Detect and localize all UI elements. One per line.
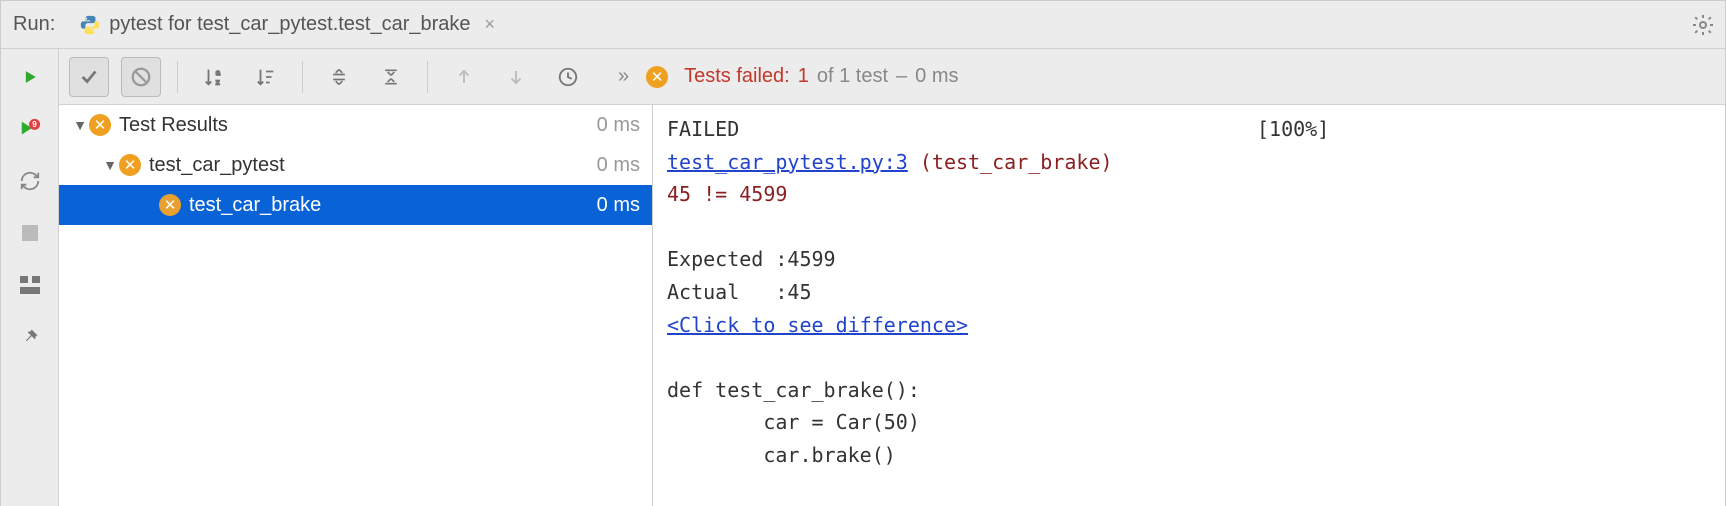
failed-icon: ✕ [159, 194, 181, 216]
out-actual: Actual :45 [667, 280, 812, 304]
collapse-all-icon[interactable] [371, 57, 411, 97]
tab-title: pytest for test_car_pytest.test_car_brak… [109, 13, 470, 36]
layout-icon[interactable] [16, 271, 44, 299]
tree-duration: 0 ms [597, 154, 640, 177]
svg-text:9: 9 [32, 120, 37, 129]
tree-root[interactable]: ▼ ✕ Test Results 0 ms [59, 105, 652, 145]
failed-icon: ✕ [119, 154, 141, 176]
run-label: Run: [13, 13, 55, 36]
status-time: 0 ms [915, 65, 958, 88]
separator [177, 61, 178, 93]
sort-duration-icon[interactable] [246, 57, 286, 97]
out-expected: Expected :4599 [667, 247, 836, 271]
chevron-down-icon[interactable]: ▼ [101, 157, 119, 173]
stop-icon[interactable] [16, 219, 44, 247]
tree-label: test_car_brake [189, 194, 597, 217]
separator [302, 61, 303, 93]
test-status: ✕ Tests failed: 1 of 1 test – 0 ms [646, 65, 958, 88]
file-link[interactable]: test_car_pytest.py:3 [667, 150, 908, 174]
chevron-down-icon[interactable]: ▼ [71, 117, 89, 133]
test-toolbar: az » ✕ Tests [59, 49, 1725, 105]
prev-test-icon[interactable] [444, 57, 484, 97]
tree-module[interactable]: ▼ ✕ test_car_pytest 0 ms [59, 145, 652, 185]
tree-duration: 0 ms [597, 114, 640, 137]
out-code: car.brake() [667, 443, 896, 467]
out-testname: (test_car_brake) [908, 150, 1113, 174]
tree-label: Test Results [119, 114, 597, 137]
out-percent: [100%] [1257, 117, 1329, 141]
status-failed-count: 1 [798, 65, 809, 88]
out-code: def test_car_brake(): [667, 378, 920, 402]
python-icon [79, 14, 101, 36]
out-assert: 45 != 4599 [667, 182, 787, 206]
pin-icon[interactable] [16, 323, 44, 351]
test-output[interactable]: FAILED [100%] test_car_pytest.py:3 (test… [653, 105, 1725, 506]
failed-icon: ✕ [89, 114, 111, 136]
gear-icon[interactable] [1691, 13, 1715, 37]
test-tree[interactable]: ▼ ✕ Test Results 0 ms ▼ ✕ test_car_pytes… [59, 105, 653, 506]
svg-text:z: z [216, 77, 220, 86]
show-ignored-icon[interactable] [121, 57, 161, 97]
toggle-auto-icon[interactable] [16, 167, 44, 195]
out-code: car = Car(50) [667, 410, 920, 434]
separator [427, 61, 428, 93]
diff-link[interactable]: <Click to see difference> [667, 313, 968, 337]
more-icon[interactable]: » [618, 65, 626, 88]
rerun-icon[interactable] [16, 63, 44, 91]
tree-test[interactable]: ✕ test_car_brake 0 ms [59, 185, 652, 225]
sort-alpha-icon[interactable]: az [194, 57, 234, 97]
status-sep: – [896, 65, 907, 88]
status-of: of 1 test [817, 65, 888, 88]
tree-label: test_car_pytest [149, 154, 597, 177]
tool-window-header: Run: pytest for test_car_pytest.test_car… [1, 1, 1725, 49]
tree-duration: 0 ms [597, 194, 640, 217]
status-label: Tests failed: [684, 65, 790, 88]
history-icon[interactable] [548, 57, 588, 97]
next-test-icon[interactable] [496, 57, 536, 97]
rerun-failed-icon[interactable]: 9 [16, 115, 44, 143]
svg-text:a: a [216, 68, 221, 77]
show-passed-icon[interactable] [69, 57, 109, 97]
run-gutter: 9 [1, 49, 59, 506]
expand-all-icon[interactable] [319, 57, 359, 97]
out-failed: FAILED [667, 117, 739, 141]
failed-icon: ✕ [646, 66, 668, 88]
close-tab-icon[interactable]: × [485, 14, 496, 35]
run-config-tab[interactable]: pytest for test_car_pytest.test_car_brak… [71, 13, 503, 36]
